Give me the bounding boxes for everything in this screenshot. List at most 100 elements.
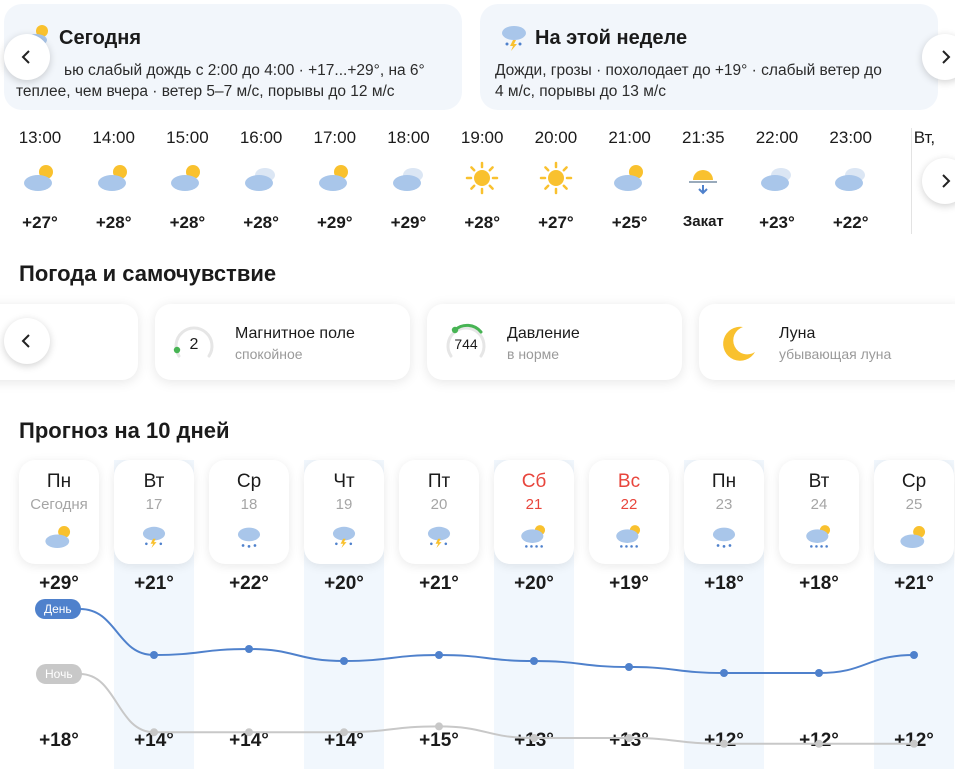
hour-temp: +29° [390, 213, 427, 232]
day-header-card[interactable]: Чт 19 [304, 460, 384, 564]
day-header-card[interactable]: Ср 25 [874, 460, 954, 564]
thunderstorm-icon [332, 526, 356, 549]
day-date: 22 [620, 496, 638, 513]
hour-item[interactable]: 16:00 +28° [231, 128, 291, 233]
day-name: Вт [143, 471, 165, 492]
hour-time: 16:00 [239, 128, 283, 147]
hour-temp: +28° [243, 213, 279, 232]
moon-icon [723, 326, 755, 361]
magnetic-field-label: Магнитное поле [235, 325, 355, 342]
partly-cloudy-icon [318, 165, 348, 191]
day-date: 23 [715, 496, 733, 513]
today-summary-text: ью слабый дождь с 2:00 до 4:00 · +17...+… [16, 62, 425, 100]
pressure-card[interactable]: 744 Давление в норме [427, 304, 682, 380]
day-date: 18 [240, 496, 258, 513]
summary-prev-button[interactable] [4, 34, 50, 80]
hour-time: 15:00 [166, 128, 209, 147]
day-max-temp: +29° [39, 573, 79, 594]
cloudy-icon [761, 168, 791, 191]
day-header-card[interactable]: Сб 21 [494, 460, 574, 564]
night-label-chip: Ночь [36, 664, 82, 684]
hourly-next-button[interactable] [922, 158, 955, 204]
day-min-temp: +14° [134, 730, 174, 751]
chevron-right-icon [942, 50, 951, 64]
day-name: Пн [711, 471, 737, 492]
day-min-temp: +14° [324, 730, 364, 751]
day-name: Вс [617, 471, 641, 492]
day-date: 21 [525, 496, 543, 513]
sun-rain-icon [616, 525, 641, 548]
magnetic-field-card[interactable]: 2 Магнитное поле спокойное [155, 304, 410, 380]
day-header-card[interactable]: Ср 18 [209, 460, 289, 564]
hour-item[interactable]: 14:00 +28° [84, 128, 144, 233]
hour-item[interactable]: 21:35 Закат [673, 128, 733, 230]
svg-text:2: 2 [190, 336, 199, 353]
chevron-left-icon [21, 50, 30, 64]
day-header-card[interactable]: Вт 24 [779, 460, 859, 564]
partly-cloudy-icon [171, 165, 201, 191]
hour-temp: +27° [22, 213, 58, 232]
hour-item[interactable]: 23:00 +22° [821, 128, 881, 233]
day-max-temp: +18° [704, 573, 744, 594]
hour-temp: +23° [759, 213, 795, 232]
day-max-temp: +18° [799, 573, 839, 594]
hour-temp: +28° [464, 213, 500, 232]
magnetic-field-status: спокойное [235, 346, 303, 362]
day-date: 17 [145, 496, 163, 513]
day-header-card[interactable]: Вс 22 [589, 460, 669, 564]
magnetic-gauge-icon: 2 [173, 326, 214, 358]
week-summary-card[interactable]: На этой неделе Дожди, грозы · похолодает… [480, 4, 938, 110]
hour-temp: +27° [538, 213, 574, 232]
sun-rain-icon [806, 525, 831, 548]
hour-time: 19:00 [460, 128, 504, 147]
hour-temp: Закат [682, 213, 724, 230]
hour-item[interactable]: 22:00 +23° [747, 128, 807, 233]
today-summary-card[interactable]: Сегодня ью слабый дождь с 2:00 до 4:00 ·… [4, 4, 462, 110]
day-max-temp: +21° [894, 573, 934, 594]
day-name: Вт [808, 471, 830, 492]
hour-time: 13:00 [18, 128, 62, 147]
hour-temp: +25° [611, 213, 648, 232]
day-header-card[interactable]: Вт 17 [114, 460, 194, 564]
day-min-temp: +12° [894, 730, 934, 751]
hour-item[interactable]: 20:00 +27° [526, 128, 586, 233]
day-max-temp: +22° [229, 573, 269, 594]
partly-cloudy-icon [24, 165, 53, 191]
hour-item[interactable]: 19:00 +28° [452, 128, 512, 233]
day-max-temp: +19° [609, 573, 649, 594]
day-header-card[interactable]: Пн 23 [684, 460, 764, 564]
hour-item[interactable]: Вт, [894, 128, 954, 162]
day-header-card[interactable]: Пт 20 [399, 460, 479, 564]
wellbeing-prev-button[interactable] [4, 318, 50, 364]
day-name: Ср [901, 471, 927, 492]
hour-time: 22:00 [755, 128, 799, 147]
today-title: Сегодня [59, 27, 142, 49]
moon-status: убывающая луна [779, 346, 892, 362]
hour-item[interactable]: 15:00 +28° [157, 128, 217, 233]
hour-time: 20:00 [534, 128, 578, 147]
day-name: Ср [236, 471, 262, 492]
hour-item[interactable]: 17:00 +29° [305, 128, 365, 233]
thunderstorm-icon [142, 526, 166, 549]
day-name: Чт [333, 471, 355, 492]
sun-icon [465, 161, 499, 195]
hour-time: 21:35 [682, 128, 725, 147]
hour-temp: +22° [832, 213, 869, 232]
day-temp-point [435, 651, 443, 659]
day-header-card[interactable]: Пн Сегодня [19, 460, 99, 564]
day-min-temp: +13° [609, 730, 649, 751]
day-min-temp: +13° [514, 730, 554, 751]
day-max-temp: +21° [419, 573, 459, 594]
moon-card[interactable]: Луна убывающая луна [699, 304, 955, 380]
cloudy-icon [392, 168, 423, 191]
hour-item[interactable]: 13:00 +27° [10, 128, 70, 233]
pressure-label: Давление [507, 325, 580, 342]
cloudy-icon [834, 168, 865, 191]
day-temp-point [245, 645, 253, 653]
hour-item[interactable]: 21:00 +25° [600, 128, 660, 233]
hour-time: 21:00 [608, 128, 651, 147]
day-min-temp: +18° [39, 730, 79, 751]
hour-item[interactable]: 18:00 +29° [379, 128, 439, 233]
partly-cloudy-icon [45, 525, 71, 549]
day-temp-point [815, 669, 823, 677]
